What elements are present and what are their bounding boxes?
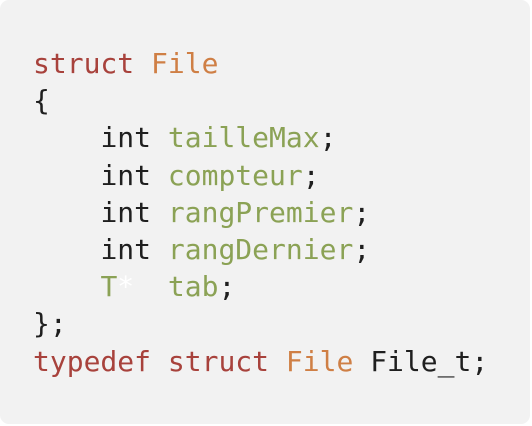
field-line: int rangDernier; <box>33 231 488 268</box>
typedef-keyword: typedef <box>33 344 152 378</box>
pointer-type: T <box>100 270 118 304</box>
semicolon: ; <box>302 158 320 192</box>
pointer-star: * <box>117 270 135 304</box>
field-name: rangPremier <box>167 195 354 229</box>
field-type: int <box>100 121 152 155</box>
open-brace-line: { <box>33 82 488 119</box>
field-name: rangDernier <box>167 232 354 266</box>
pointer-field-name: tab <box>167 270 219 304</box>
field-line: int tailleMax; <box>33 119 488 156</box>
struct-keyword: struct <box>167 344 270 378</box>
field-type: int <box>100 232 152 266</box>
semicolon: ; <box>353 232 371 266</box>
field-name: compteur <box>167 158 303 192</box>
code-block: struct File{ int tailleMax; int compteur… <box>33 45 488 380</box>
close-brace: }; <box>33 307 67 341</box>
close-brace-line: }; <box>33 305 488 342</box>
field-type: int <box>100 195 152 229</box>
field-name: tailleMax <box>167 121 320 155</box>
struct-declaration-line: struct File <box>33 45 488 82</box>
semicolon: ; <box>353 195 371 229</box>
field-line: int rangPremier; <box>33 194 488 231</box>
semicolon: ; <box>319 121 337 155</box>
struct-name: File <box>285 344 354 378</box>
struct-keyword: struct <box>33 47 135 80</box>
pointer-field-line: T* tab; <box>33 268 488 305</box>
code-snippet-panel: struct File{ int tailleMax; int compteur… <box>0 0 530 424</box>
struct-name: File <box>151 47 219 80</box>
field-line: int compteur; <box>33 157 488 194</box>
semicolon: ; <box>218 270 236 304</box>
type-alias: File_t <box>370 344 472 378</box>
field-type: int <box>100 158 152 192</box>
semicolon: ; <box>471 344 489 378</box>
typedef-line: typedef struct File File_t; <box>33 343 488 380</box>
open-brace: { <box>33 84 50 118</box>
